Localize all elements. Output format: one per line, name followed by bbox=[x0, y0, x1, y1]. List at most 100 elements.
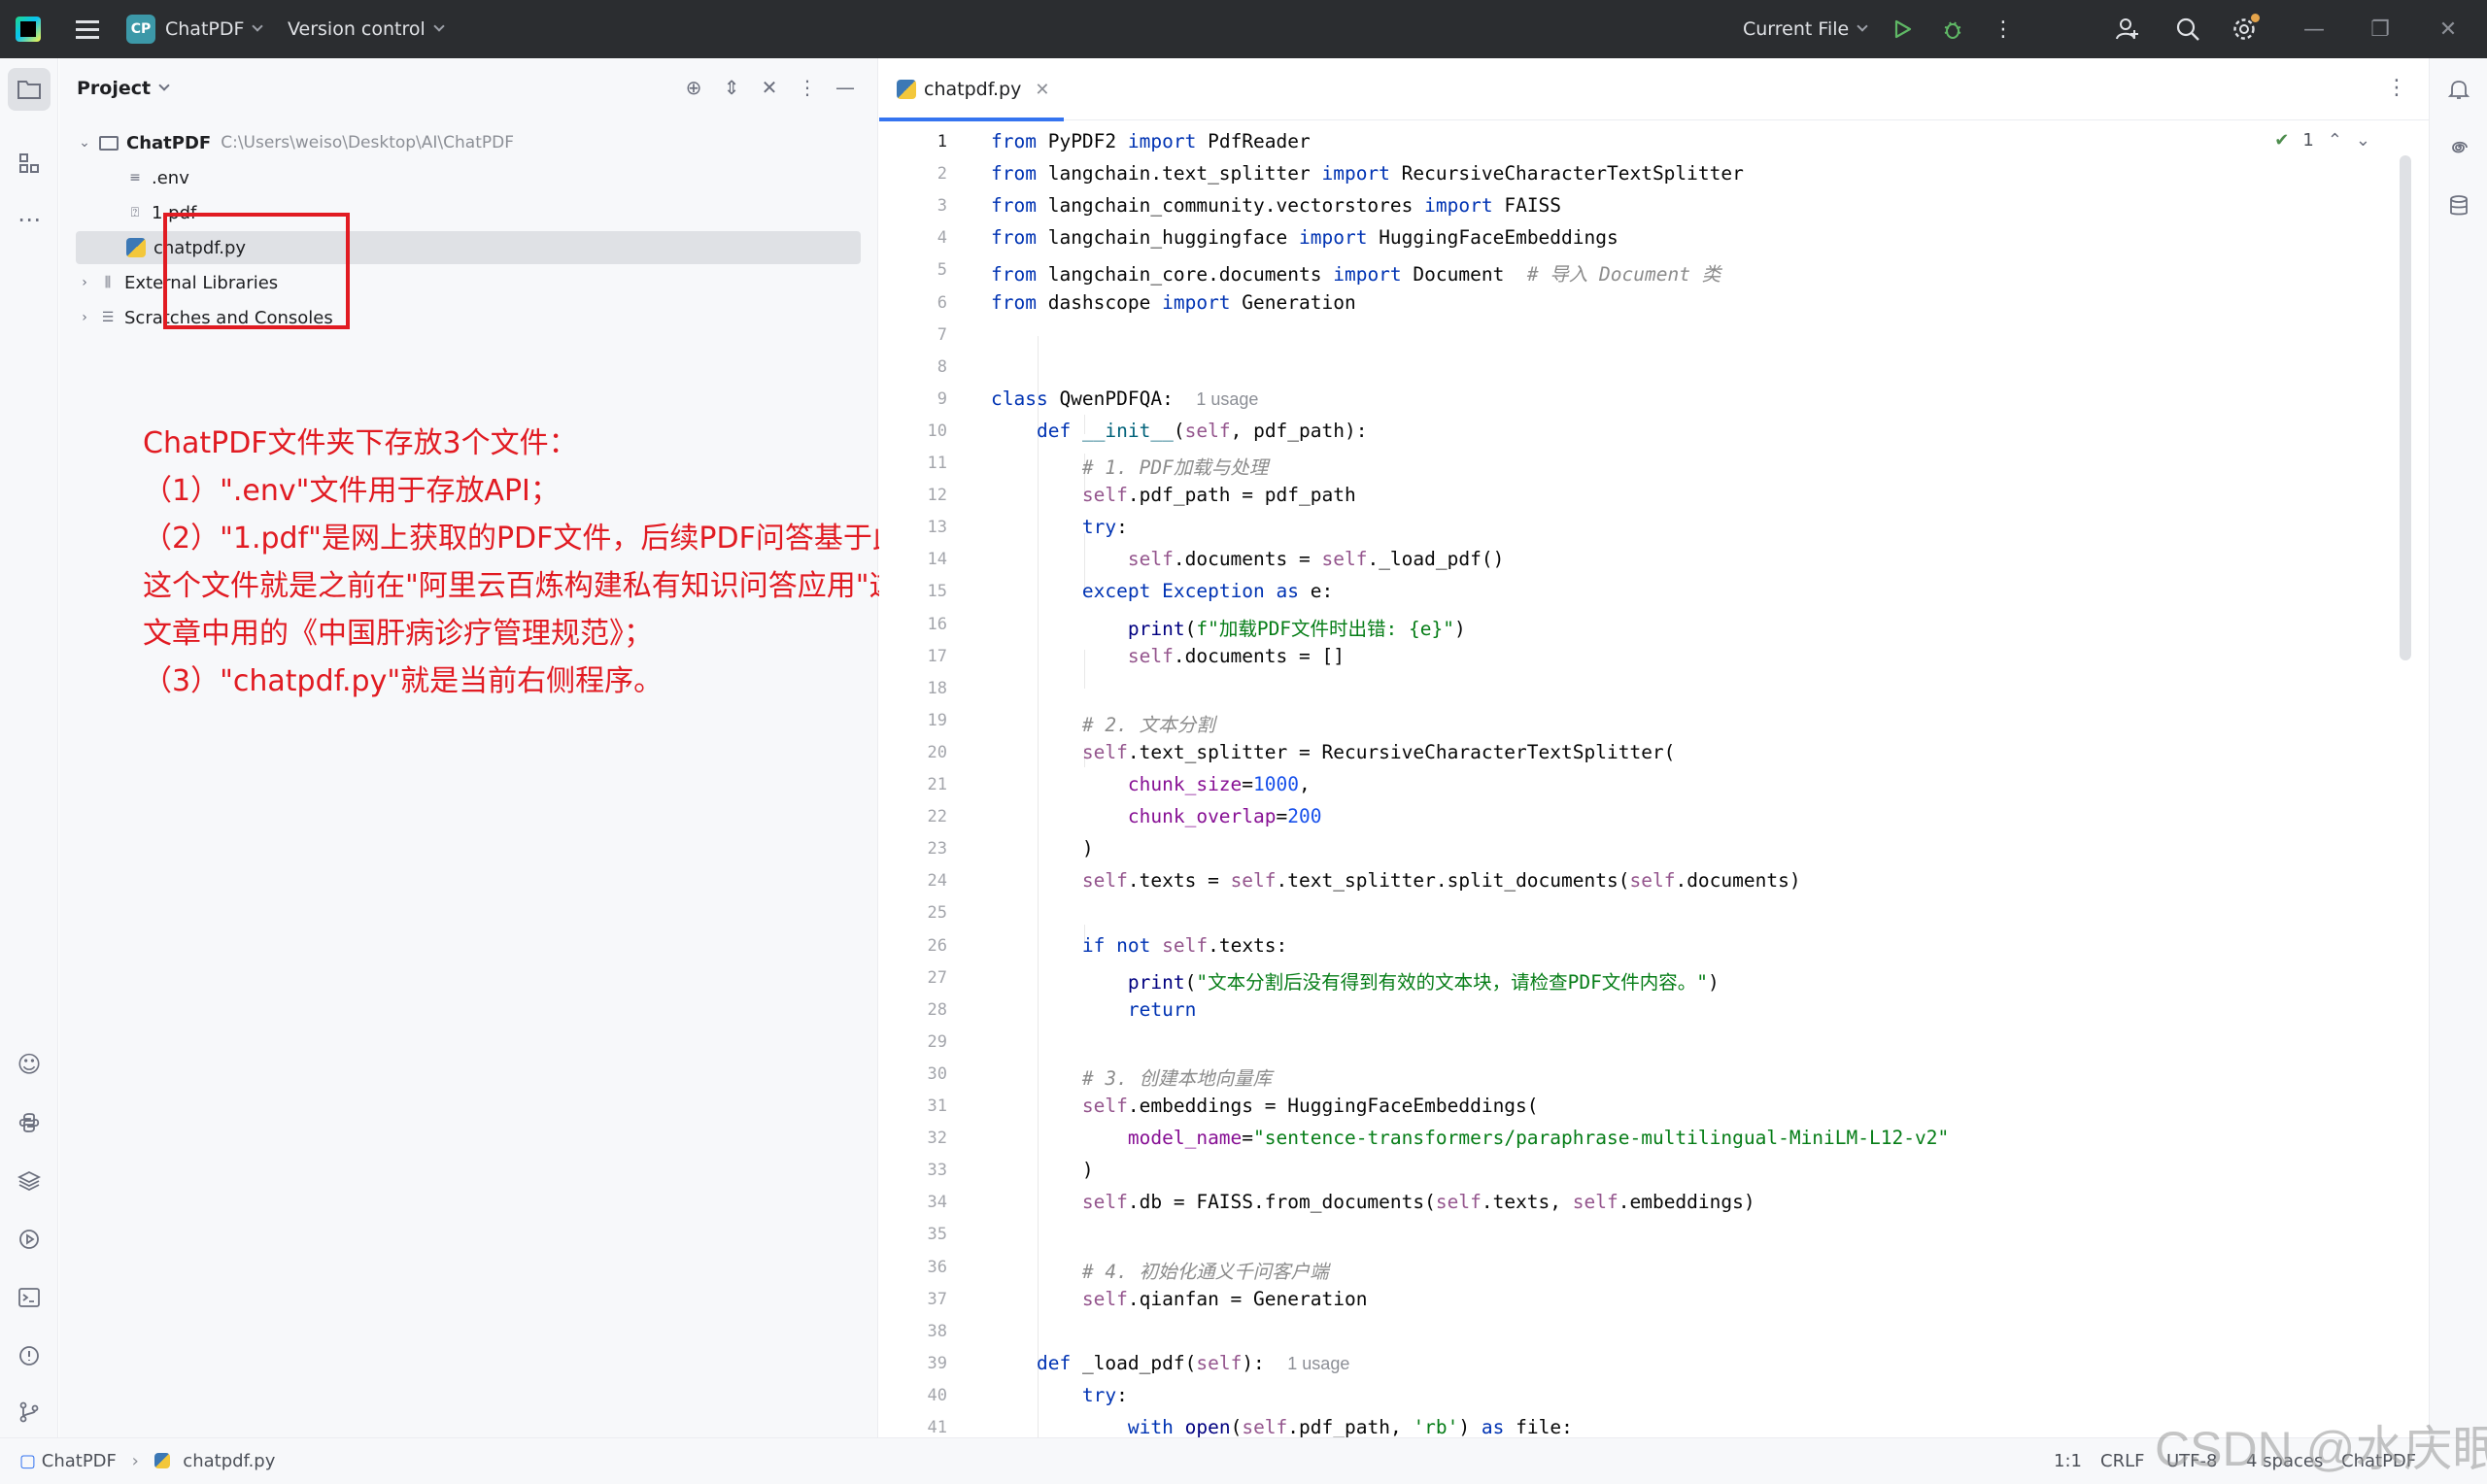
minimize-window-button[interactable]: — bbox=[2297, 0, 2332, 58]
code-line[interactable]: class QwenPDFQA: 1 usage bbox=[991, 388, 1258, 410]
hide-panel-button[interactable]: — bbox=[831, 76, 860, 99]
code-line[interactable]: self.documents = self._load_pdf() bbox=[991, 548, 1504, 570]
line-number[interactable]: 33 bbox=[889, 1161, 947, 1180]
line-number[interactable]: 40 bbox=[889, 1386, 947, 1405]
line-number[interactable]: 1 bbox=[889, 132, 947, 152]
code-line[interactable]: from langchain.text_splitter import Recu… bbox=[991, 162, 1744, 185]
line-number[interactable]: 35 bbox=[889, 1225, 947, 1244]
version-control-menu[interactable]: Version control bbox=[288, 0, 445, 58]
collapse-all-button[interactable]: ✕ bbox=[755, 76, 784, 99]
project-switcher[interactable]: CP ChatPDF bbox=[126, 0, 264, 58]
ai-chat-button[interactable] bbox=[2437, 126, 2480, 169]
line-number[interactable]: 23 bbox=[889, 839, 947, 859]
code-with-me-button[interactable] bbox=[2110, 0, 2145, 58]
code-line[interactable]: self.embeddings = HuggingFaceEmbeddings( bbox=[991, 1095, 1539, 1117]
code-line[interactable]: try: bbox=[991, 1384, 1128, 1406]
more-tools-button[interactable]: ⋯ bbox=[8, 198, 51, 241]
line-number[interactable]: 16 bbox=[889, 615, 947, 634]
code-line[interactable]: ) bbox=[991, 837, 1094, 860]
git-tool-button[interactable] bbox=[8, 1391, 51, 1433]
maximize-window-button[interactable]: ❐ bbox=[2363, 0, 2398, 58]
line-number[interactable]: 39 bbox=[889, 1354, 947, 1373]
structure-tool-button[interactable] bbox=[8, 142, 51, 185]
line-number[interactable]: 10 bbox=[889, 422, 947, 441]
line-number[interactable]: 25 bbox=[889, 903, 947, 923]
line-number[interactable]: 34 bbox=[889, 1193, 947, 1212]
line-number[interactable]: 3 bbox=[889, 196, 947, 216]
code-line[interactable]: self.documents = [] bbox=[991, 645, 1345, 667]
chevron-down-icon[interactable]: ⌄ bbox=[2356, 130, 2370, 151]
code-line[interactable]: # 2. 文本分割 bbox=[991, 709, 1215, 737]
expand-all-button[interactable]: ⇕ bbox=[717, 76, 746, 99]
python-packages-button[interactable] bbox=[8, 1101, 51, 1144]
main-menu-button[interactable] bbox=[70, 0, 105, 58]
search-everywhere-button[interactable] bbox=[2170, 0, 2205, 58]
line-number[interactable]: 14 bbox=[889, 550, 947, 569]
code-line[interactable]: chunk_size=1000, bbox=[991, 773, 1311, 795]
code-line[interactable]: self.db = FAISS.from_documents(self.text… bbox=[991, 1191, 1755, 1213]
tab-options-button[interactable]: ⋮ bbox=[2386, 76, 2407, 100]
line-number[interactable]: 24 bbox=[889, 871, 947, 891]
code-line[interactable]: return bbox=[991, 998, 1196, 1021]
more-actions-button[interactable]: ⋮ bbox=[1986, 0, 2021, 58]
line-number[interactable]: 18 bbox=[889, 679, 947, 698]
line-number[interactable]: 15 bbox=[889, 582, 947, 601]
chevron-down-icon[interactable]: ⌄ bbox=[76, 135, 93, 151]
select-opened-file-button[interactable]: ⊕ bbox=[679, 76, 708, 99]
breadcrumb-project[interactable]: ChatPDF bbox=[42, 1451, 117, 1471]
project-view-selector[interactable]: Project bbox=[77, 78, 170, 99]
line-number[interactable]: 8 bbox=[889, 357, 947, 377]
code-line[interactable]: # 3. 创建本地向量库 bbox=[991, 1062, 1272, 1091]
line-number[interactable]: 17 bbox=[889, 647, 947, 666]
usage-hint[interactable]: 1 usage bbox=[1196, 389, 1258, 409]
code-line[interactable]: from dashscope import Generation bbox=[991, 291, 1356, 314]
code-line[interactable]: ) bbox=[991, 1159, 1094, 1181]
debug-button[interactable] bbox=[1935, 0, 1970, 58]
line-number[interactable]: 20 bbox=[889, 743, 947, 762]
close-tab-icon[interactable]: ✕ bbox=[1035, 80, 1049, 100]
line-number[interactable]: 36 bbox=[889, 1258, 947, 1277]
code-line[interactable]: self.text_splitter = RecursiveCharacterT… bbox=[991, 741, 1676, 763]
tab-chatpdf-py[interactable]: chatpdf.py ✕ bbox=[879, 58, 1064, 121]
chevron-right-icon[interactable]: › bbox=[76, 275, 93, 290]
code-line[interactable]: self.pdf_path = pdf_path bbox=[991, 484, 1356, 506]
code-line[interactable]: if not self.texts: bbox=[991, 934, 1287, 957]
code-line[interactable]: # 1. PDF加载与处理 bbox=[991, 452, 1268, 480]
line-number[interactable]: 21 bbox=[889, 775, 947, 794]
run-configuration-selector[interactable]: Current File bbox=[1743, 0, 1868, 58]
code-line[interactable]: self.texts = self.text_splitter.split_do… bbox=[991, 869, 1801, 892]
line-separator[interactable]: CRLF bbox=[2100, 1451, 2144, 1471]
editor-scrollbar[interactable] bbox=[2400, 155, 2411, 660]
code-line[interactable]: from langchain_community.vectorstores im… bbox=[991, 194, 1561, 217]
code-line[interactable]: def __init__(self, pdf_path): bbox=[991, 420, 1368, 442]
line-number[interactable]: 7 bbox=[889, 325, 947, 345]
problems-tool-button[interactable] bbox=[8, 1334, 51, 1377]
code-line[interactable]: # 4. 初始化通义千问客户端 bbox=[991, 1256, 1329, 1284]
line-number[interactable]: 11 bbox=[889, 454, 947, 473]
line-number[interactable]: 30 bbox=[889, 1064, 947, 1084]
caret-position[interactable]: 1:1 bbox=[2054, 1451, 2082, 1471]
settings-button[interactable] bbox=[2227, 0, 2262, 58]
line-number[interactable]: 5 bbox=[889, 260, 947, 280]
line-number[interactable]: 13 bbox=[889, 518, 947, 537]
line-number[interactable]: 28 bbox=[889, 1000, 947, 1020]
usage-hint[interactable]: 1 usage bbox=[1287, 1354, 1349, 1373]
tree-file-env[interactable]: ≡ .env bbox=[76, 161, 878, 194]
code-line[interactable]: with open(self.pdf_path, 'rb') as file: bbox=[991, 1416, 1573, 1438]
line-number[interactable]: 22 bbox=[889, 807, 947, 826]
code-area[interactable]: from PyPDF2 import PdfReader from langcha… bbox=[991, 120, 2322, 1438]
project-tool-button[interactable] bbox=[8, 68, 51, 111]
code-line[interactable]: print("文本分割后没有得到有效的文本块，请检查PDF文件内容。") bbox=[991, 966, 1720, 995]
breadcrumb-file[interactable]: chatpdf.py bbox=[183, 1451, 275, 1471]
notifications-button[interactable] bbox=[2437, 68, 2480, 111]
line-number[interactable]: 32 bbox=[889, 1129, 947, 1148]
code-line[interactable]: from langchain_huggingface import Huggin… bbox=[991, 226, 1618, 249]
code-line[interactable]: def _load_pdf(self): 1 usage bbox=[991, 1352, 1349, 1374]
line-number[interactable]: 6 bbox=[889, 293, 947, 313]
database-button[interactable] bbox=[2437, 185, 2480, 227]
line-number[interactable]: 38 bbox=[889, 1322, 947, 1341]
terminal-tool-button[interactable] bbox=[8, 1276, 51, 1319]
line-number[interactable]: 27 bbox=[889, 968, 947, 988]
code-line[interactable]: from PyPDF2 import PdfReader bbox=[991, 130, 1311, 152]
services-tool-button[interactable] bbox=[8, 1218, 51, 1261]
